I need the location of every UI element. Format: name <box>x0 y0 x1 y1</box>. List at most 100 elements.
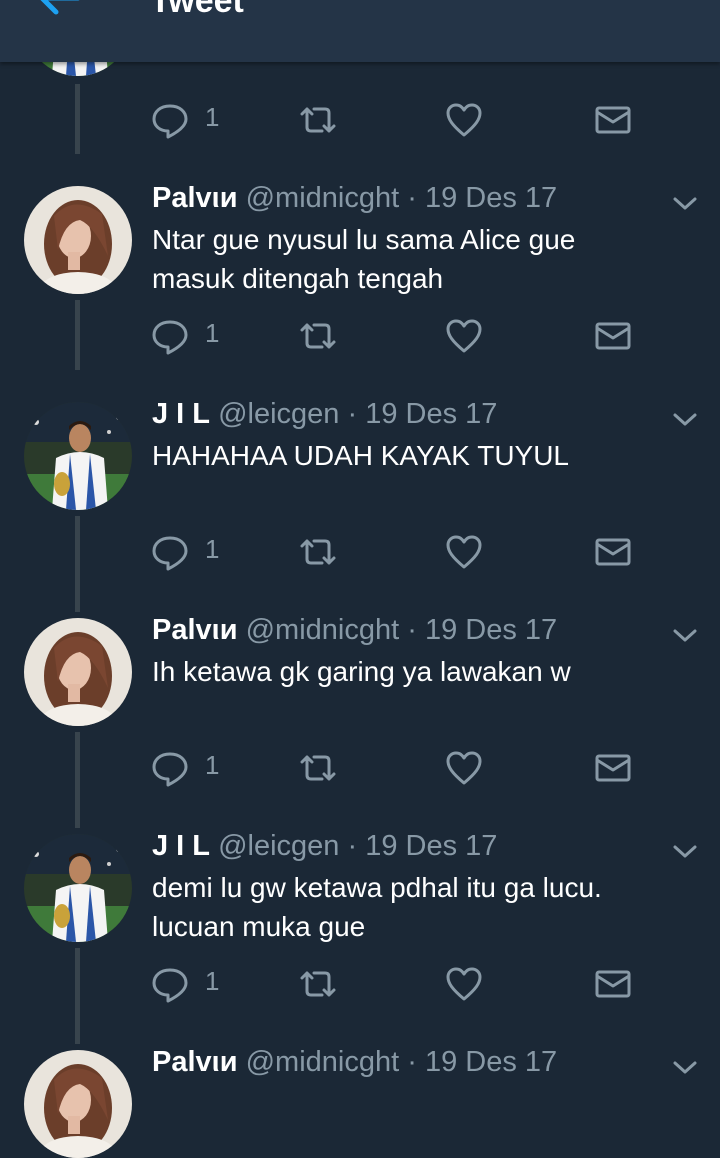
chevron-down-icon[interactable] <box>670 410 700 430</box>
separator: · <box>407 182 417 214</box>
chevron-down-icon[interactable] <box>670 194 700 214</box>
tweet-header: Palvιи @midnicght · 19 Des 17 <box>152 182 557 215</box>
reply-button[interactable]: 1 <box>150 316 219 356</box>
user-handle[interactable]: @leicgen <box>218 830 339 862</box>
display-name[interactable]: J I L <box>152 830 210 862</box>
tweet-actions: 1 <box>150 748 650 788</box>
heart-icon <box>446 751 482 785</box>
reply-button[interactable]: 1 <box>150 964 219 1004</box>
retweet-icon <box>300 755 336 781</box>
direct-message-button[interactable] <box>593 532 633 572</box>
reply-button[interactable]: 1 <box>150 748 219 788</box>
tweet-text-line: demi lu gw ketawa pdhal itu ga lucu. <box>152 872 602 903</box>
tweet-text: demi lu gw ketawa pdhal itu ga lucu. luc… <box>152 868 672 946</box>
tweet-text: Ih ketawa gk garing ya lawakan w <box>152 652 672 691</box>
avatar[interactable] <box>24 402 132 510</box>
retweet-icon <box>300 971 336 997</box>
avatar[interactable] <box>24 186 132 294</box>
envelope-icon <box>595 538 631 566</box>
envelope-icon <box>595 322 631 350</box>
separator: · <box>407 614 417 646</box>
separator: · <box>347 830 358 862</box>
like-button[interactable] <box>444 748 484 788</box>
heart-icon <box>446 535 482 569</box>
user-handle[interactable]: @leicgen <box>218 398 339 430</box>
like-button[interactable] <box>444 532 484 572</box>
reply-count: 1 <box>205 318 220 348</box>
envelope-icon <box>595 106 631 134</box>
like-button[interactable] <box>444 100 484 140</box>
tweet-actions: 1 <box>150 316 650 356</box>
tweet-text: Ntar gue nyusul lu sama Alice gue masuk … <box>152 220 672 298</box>
chevron-down-icon[interactable] <box>670 626 700 646</box>
tweet-header: J I L @leicgen · 19 Des 17 <box>152 830 497 863</box>
like-button[interactable] <box>444 964 484 1004</box>
arrow-left-icon[interactable] <box>34 0 82 18</box>
tweet-text-line: HAHAHAA UDAH KAYAK TUYUL <box>152 440 570 471</box>
retweet-icon <box>300 539 336 565</box>
tweet-date: 19 Des 17 <box>424 614 558 646</box>
user-handle[interactable]: @midnicght <box>246 614 400 646</box>
direct-message-button[interactable] <box>593 100 633 140</box>
reply-count: 1 <box>205 534 220 564</box>
tweet-date: 19 Des 17 <box>424 182 558 214</box>
thread-line <box>75 300 80 370</box>
tweet-header: Palvιи @midnicght · 19 Des 17 <box>152 614 557 647</box>
retweet-button[interactable] <box>298 532 338 572</box>
envelope-icon <box>595 970 631 998</box>
retweet-button[interactable] <box>298 316 338 356</box>
display-name[interactable]: Palvιи <box>152 614 238 646</box>
separator: · <box>347 398 358 430</box>
thread-line <box>75 732 80 828</box>
retweet-button[interactable] <box>298 100 338 140</box>
avatar[interactable] <box>24 618 132 726</box>
tweet-text-line: lucuan muka gue <box>152 911 366 942</box>
tweet-text-line: Ih ketawa gk garing ya lawakan w <box>152 656 571 687</box>
thread-line <box>75 516 80 612</box>
heart-icon <box>446 967 482 1001</box>
tweet-actions: 1 <box>150 100 650 140</box>
tweet-actions: 1 <box>150 532 650 572</box>
reply-button[interactable]: 1 <box>150 100 219 140</box>
tweet-date: 19 Des 17 <box>365 398 498 430</box>
tweet-actions: 1 <box>150 964 650 1004</box>
tweet-date: 19 Des 17 <box>424 1046 558 1078</box>
heart-icon <box>446 103 482 137</box>
reply-icon <box>152 320 188 355</box>
user-handle[interactable]: @midnicght <box>246 1046 400 1078</box>
retweet-button[interactable] <box>298 964 338 1004</box>
retweet-icon <box>300 323 336 349</box>
user-handle[interactable]: @midnicght <box>246 182 400 214</box>
envelope-icon <box>595 754 631 782</box>
display-name[interactable]: Palvιи <box>152 1046 238 1078</box>
direct-message-button[interactable] <box>593 748 633 788</box>
reply-icon <box>152 536 188 571</box>
display-name[interactable]: Palvιи <box>152 182 238 214</box>
retweet-button[interactable] <box>298 748 338 788</box>
tweet-header: J I L @leicgen · 19 Des 17 <box>152 398 497 431</box>
direct-message-button[interactable] <box>593 316 633 356</box>
display-name[interactable]: J I L <box>152 398 210 430</box>
tweet-text-line: masuk ditengah tengah <box>152 263 444 294</box>
tweet-text: HAHAHAA UDAH KAYAK TUYUL <box>152 436 672 475</box>
like-button[interactable] <box>444 316 484 356</box>
page-title: Tweet <box>150 0 244 20</box>
reply-icon <box>152 104 188 139</box>
avatar[interactable] <box>24 1050 132 1158</box>
heart-icon <box>446 319 482 353</box>
retweet-icon <box>300 107 336 133</box>
direct-message-button[interactable] <box>593 964 633 1004</box>
chevron-down-icon[interactable] <box>670 1058 700 1078</box>
reply-button[interactable]: 1 <box>150 532 219 572</box>
reply-count: 1 <box>205 102 220 132</box>
avatar[interactable] <box>24 834 132 942</box>
tweet-text-line: Ntar gue nyusul lu sama Alice gue <box>152 224 576 255</box>
thread-line <box>75 84 80 154</box>
thread-line <box>75 948 80 1044</box>
reply-icon <box>152 752 188 787</box>
chevron-down-icon[interactable] <box>670 842 700 862</box>
separator: · <box>407 1046 417 1078</box>
tweet-date: 19 Des 17 <box>365 830 498 862</box>
top-app-bar: Tweet <box>0 0 720 62</box>
reply-icon <box>152 968 188 1003</box>
